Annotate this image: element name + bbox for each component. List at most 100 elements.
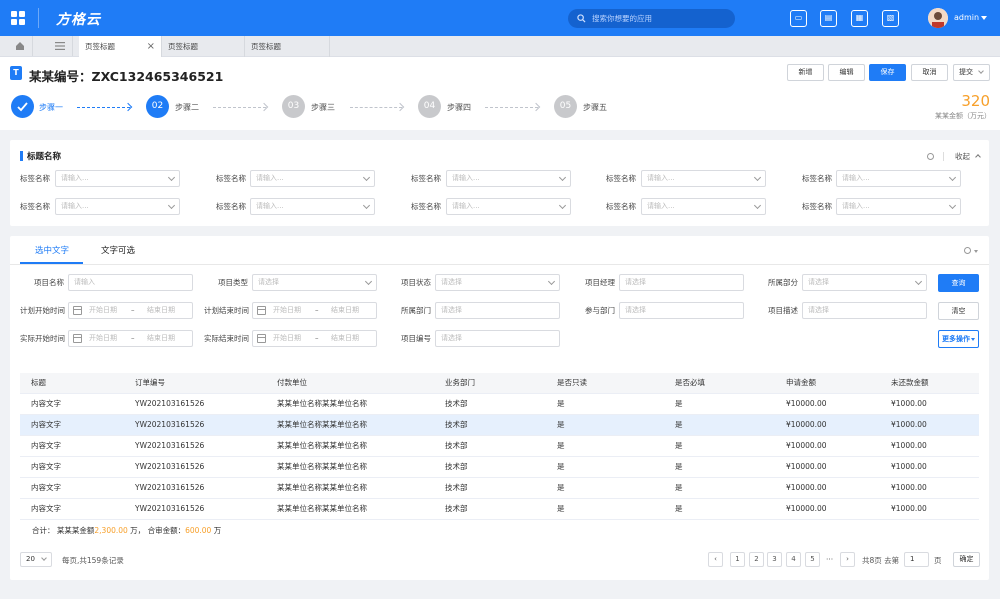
- settings-icon[interactable]: [964, 247, 971, 254]
- table-row[interactable]: 内容文字 YW202103161526 某某单位名称某某单位名称 技术部是是 ¥1000…: [20, 456, 979, 478]
- step-number[interactable]: 04: [418, 95, 441, 118]
- column-header[interactable]: 业务部门: [434, 373, 546, 394]
- document-icon[interactable]: ▤: [820, 10, 837, 27]
- submit-button[interactable]: 提交: [953, 64, 990, 81]
- page-button[interactable]: 5: [805, 552, 820, 567]
- column-header[interactable]: 付款单位: [266, 373, 434, 394]
- save-button[interactable]: 保存: [869, 64, 906, 81]
- add-button[interactable]: 新增: [787, 64, 824, 81]
- filter-label: 实际开始时间: [20, 334, 65, 343]
- filter-label: 所属部门: [401, 306, 431, 315]
- settings-icon[interactable]: [927, 153, 934, 160]
- plan-end-date-range[interactable]: 开始日期 – 结束日期: [252, 302, 377, 319]
- field-placeholder: 请输入...: [452, 202, 480, 210]
- field-select[interactable]: 请输入...: [446, 198, 571, 215]
- amount-label: 某某金额（万元）: [935, 112, 991, 120]
- chevron-down-icon[interactable]: [974, 250, 978, 253]
- page-button[interactable]: 4: [786, 552, 801, 567]
- menu-icon[interactable]: [48, 36, 73, 56]
- project-no-select[interactable]: 请选择: [435, 330, 560, 347]
- table-cell: 是: [664, 477, 775, 499]
- prev-page-button[interactable]: ‹: [708, 552, 723, 567]
- filter-label: 项目名称: [34, 278, 64, 287]
- dept-select[interactable]: 请选择: [435, 302, 560, 319]
- column-header[interactable]: 未还款金额: [880, 373, 979, 394]
- confirm-button[interactable]: 确定: [953, 552, 980, 567]
- field-select[interactable]: 请输入...: [836, 198, 961, 215]
- step-done-icon[interactable]: [11, 95, 34, 118]
- field-select[interactable]: 请输入...: [55, 198, 180, 215]
- table-cell: ¥1000.00: [880, 456, 979, 478]
- cancel-button[interactable]: 取消: [911, 64, 948, 81]
- project-status-select[interactable]: 请选择: [435, 274, 560, 291]
- close-icon[interactable]: ×: [147, 36, 155, 57]
- message-icon[interactable]: ▭: [790, 10, 807, 27]
- step-number[interactable]: 02: [146, 95, 169, 118]
- project-manager-input[interactable]: 请选择: [619, 274, 744, 291]
- chevron-up-icon: [975, 154, 982, 160]
- field-select[interactable]: 请输入...: [250, 170, 375, 187]
- field-select[interactable]: 请输入...: [446, 170, 571, 187]
- print-icon[interactable]: ▦: [851, 10, 868, 27]
- search-input[interactable]: 搜索你想要的应用: [568, 9, 735, 28]
- table-row[interactable]: 内容文字 YW202103161526 某某单位名称某某单位名称 技术部是是 ¥1000…: [20, 393, 979, 415]
- column-header[interactable]: 订单编号: [124, 373, 266, 394]
- goto-page-input[interactable]: 1: [904, 552, 929, 567]
- step-label: 步骤一: [39, 103, 63, 112]
- field-select[interactable]: 请输入...: [250, 198, 375, 215]
- chevron-down-icon: [971, 338, 975, 341]
- edit-button[interactable]: 编辑: [828, 64, 865, 81]
- field-select[interactable]: 请输入...: [641, 170, 766, 187]
- chevron-down-icon[interactable]: [981, 16, 987, 20]
- field-select[interactable]: 请输入...: [836, 170, 961, 187]
- column-header[interactable]: 申请金额: [775, 373, 880, 394]
- project-desc-input[interactable]: 请选择: [802, 302, 927, 319]
- column-header[interactable]: 是否只读: [546, 373, 664, 394]
- table-row[interactable]: 内容文字 YW202103161526 某某单位名称某某单位名称 技术部是是 ¥1000…: [20, 414, 979, 436]
- image-icon[interactable]: ▧: [882, 10, 899, 27]
- next-page-button[interactable]: ›: [840, 552, 855, 567]
- query-button[interactable]: 查询: [938, 274, 979, 292]
- page-size-select[interactable]: 20: [20, 552, 52, 567]
- actual-start-date-range[interactable]: 开始日期 – 结束日期: [68, 330, 193, 347]
- field-select[interactable]: 请输入...: [55, 170, 180, 187]
- project-type-select[interactable]: 请选择: [252, 274, 377, 291]
- page-button[interactable]: 3: [767, 552, 782, 567]
- column-header[interactable]: 是否必填: [664, 373, 775, 394]
- page-button[interactable]: 2: [749, 552, 764, 567]
- column-header[interactable]: 标题: [20, 373, 124, 394]
- table-cell: 技术部: [434, 477, 546, 499]
- username[interactable]: admin: [954, 13, 979, 22]
- participant-select[interactable]: 请选择: [619, 302, 744, 319]
- tab-optional[interactable]: 文字可选: [101, 244, 135, 256]
- actual-end-date-range[interactable]: 开始日期 – 结束日期: [252, 330, 377, 347]
- table-row[interactable]: 内容文字 YW202103161526 某某单位名称某某单位名称 技术部是是 ¥1000…: [20, 477, 979, 499]
- plan-start-date-range[interactable]: 开始日期 – 结束日期: [68, 302, 193, 319]
- field-select[interactable]: 请输入...: [641, 198, 766, 215]
- table-row[interactable]: 内容文字 YW202103161526 某某单位名称某某单位名称 技术部是是 ¥1000…: [20, 498, 979, 520]
- submit-label: 提交: [959, 68, 973, 76]
- field-placeholder: 请输入: [74, 278, 95, 286]
- step-number[interactable]: 05: [554, 95, 577, 118]
- more-actions-label: 更多操作: [942, 335, 970, 343]
- page-tab[interactable]: 页签标题: [162, 36, 245, 57]
- calendar-icon: [73, 306, 82, 315]
- step-number[interactable]: 03: [282, 95, 305, 118]
- page-tab[interactable]: 页签标题: [245, 36, 330, 57]
- clear-button[interactable]: 清空: [938, 302, 979, 320]
- table-cell: YW202103161526: [124, 456, 266, 478]
- collapse-button[interactable]: 收起: [955, 151, 982, 162]
- avatar[interactable]: [928, 8, 948, 28]
- chevron-down-icon: [558, 173, 567, 182]
- table-cell: ¥1000.00: [880, 414, 979, 436]
- more-actions-button[interactable]: 更多操作: [938, 330, 979, 348]
- department-select[interactable]: 请选择: [802, 274, 927, 291]
- tab-selected[interactable]: 选中文字: [35, 244, 69, 256]
- page-tab[interactable]: 页签标题 ×: [79, 36, 162, 57]
- home-icon[interactable]: [8, 36, 33, 56]
- page-button[interactable]: 1: [730, 552, 745, 567]
- chevron-down-icon: [364, 277, 373, 286]
- table-row[interactable]: 内容文字 YW202103161526 某某单位名称某某单位名称 技术部是是 ¥1000…: [20, 435, 979, 457]
- project-name-input[interactable]: 请输入: [68, 274, 193, 291]
- apps-grid-icon[interactable]: [11, 11, 25, 25]
